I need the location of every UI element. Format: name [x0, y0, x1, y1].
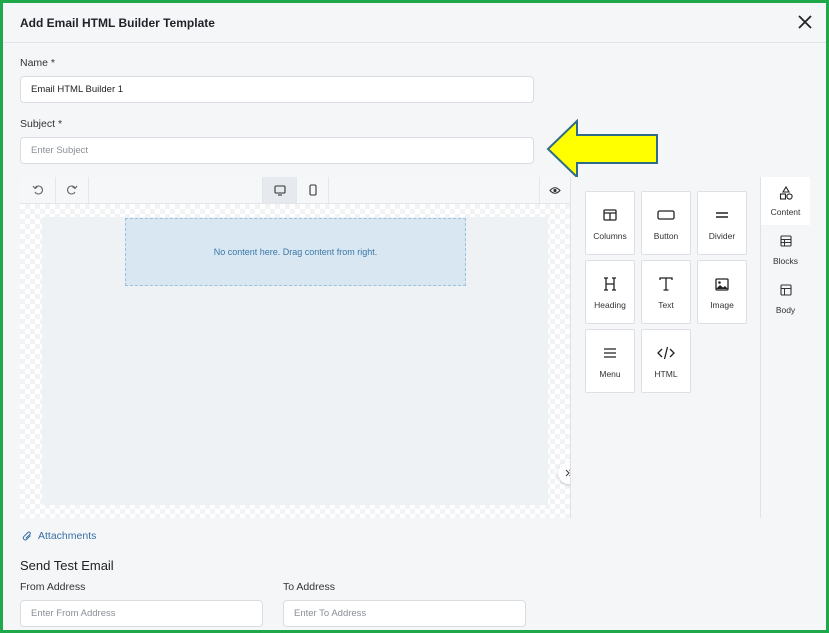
- paperclip-icon: [22, 531, 31, 540]
- tab-body[interactable]: Body: [761, 275, 810, 323]
- tile-text[interactable]: Text: [641, 260, 691, 324]
- name-input[interactable]: [20, 76, 534, 103]
- tab-label: Body: [775, 305, 796, 315]
- blocks-icon: [779, 235, 792, 247]
- tile-columns[interactable]: Columns: [585, 191, 635, 255]
- body-icon: [779, 284, 792, 296]
- eye-icon: [549, 186, 561, 194]
- desktop-icon: [273, 184, 286, 196]
- tab-label: Blocks: [772, 256, 799, 266]
- html-icon: [657, 346, 675, 360]
- tile-image[interactable]: Image: [697, 260, 747, 324]
- email-editor: No content here. Drag content from right…: [20, 177, 810, 518]
- menu-icon: [604, 348, 616, 358]
- text-icon: [659, 277, 673, 291]
- from-address-label: From Address: [20, 581, 86, 593]
- to-address-label: To Address: [283, 581, 335, 593]
- content-panel: Columns Button Divider Heading Text Imag…: [570, 177, 760, 518]
- editor-side-tabs: Content Blocks Body: [760, 177, 810, 518]
- tile-label: Text: [658, 300, 674, 310]
- empty-dropzone[interactable]: No content here. Drag content from right…: [125, 218, 466, 286]
- desktop-view-button[interactable]: [263, 177, 296, 203]
- tile-html[interactable]: HTML: [641, 329, 691, 393]
- from-address-input[interactable]: [20, 600, 263, 627]
- tile-heading[interactable]: Heading: [585, 260, 635, 324]
- divider-icon: [716, 212, 728, 218]
- tab-content[interactable]: Content: [761, 177, 810, 225]
- content-icon: [779, 186, 793, 200]
- modal-header: Add Email HTML Builder Template: [3, 3, 826, 43]
- tab-label: Content: [770, 207, 801, 217]
- tile-label: Menu: [599, 369, 621, 379]
- tile-menu[interactable]: Menu: [585, 329, 635, 393]
- tile-label: Image: [710, 300, 734, 310]
- modal-title: Add Email HTML Builder Template: [20, 16, 215, 30]
- attachments-link[interactable]: Attachments: [22, 530, 96, 542]
- to-address-input[interactable]: [283, 600, 526, 627]
- editor-toolbar: [20, 177, 570, 204]
- editor-canvas-wrapper: No content here. Drag content from right…: [20, 204, 570, 518]
- yellow-arrow-annotation: [546, 118, 658, 180]
- undo-icon: [32, 185, 43, 195]
- subject-label: Subject *: [20, 118, 63, 130]
- tile-label: HTML: [654, 369, 678, 379]
- image-icon: [715, 277, 729, 291]
- undo-button[interactable]: [24, 177, 52, 203]
- button-icon: [657, 210, 675, 220]
- redo-button[interactable]: [58, 177, 86, 203]
- name-label: Name *: [20, 57, 56, 69]
- send-test-email-title: Send Test Email: [20, 558, 114, 573]
- subject-input[interactable]: [20, 137, 534, 164]
- heading-icon: [604, 277, 616, 291]
- redo-icon: [67, 185, 78, 195]
- mobile-view-button[interactable]: [297, 177, 328, 203]
- tab-blocks[interactable]: Blocks: [761, 226, 810, 274]
- close-icon[interactable]: [796, 13, 814, 31]
- tile-divider[interactable]: Divider: [697, 191, 747, 255]
- mobile-icon: [308, 184, 317, 196]
- attachments-label: Attachments: [38, 530, 97, 542]
- columns-icon: [603, 209, 617, 221]
- preview-button[interactable]: [540, 177, 570, 203]
- tile-label: Button: [653, 231, 679, 241]
- editor-canvas[interactable]: No content here. Drag content from right…: [42, 217, 548, 505]
- tile-label: Columns: [593, 231, 627, 241]
- tile-label: Heading: [594, 300, 626, 310]
- tile-label: Divider: [708, 231, 736, 241]
- tile-button[interactable]: Button: [641, 191, 691, 255]
